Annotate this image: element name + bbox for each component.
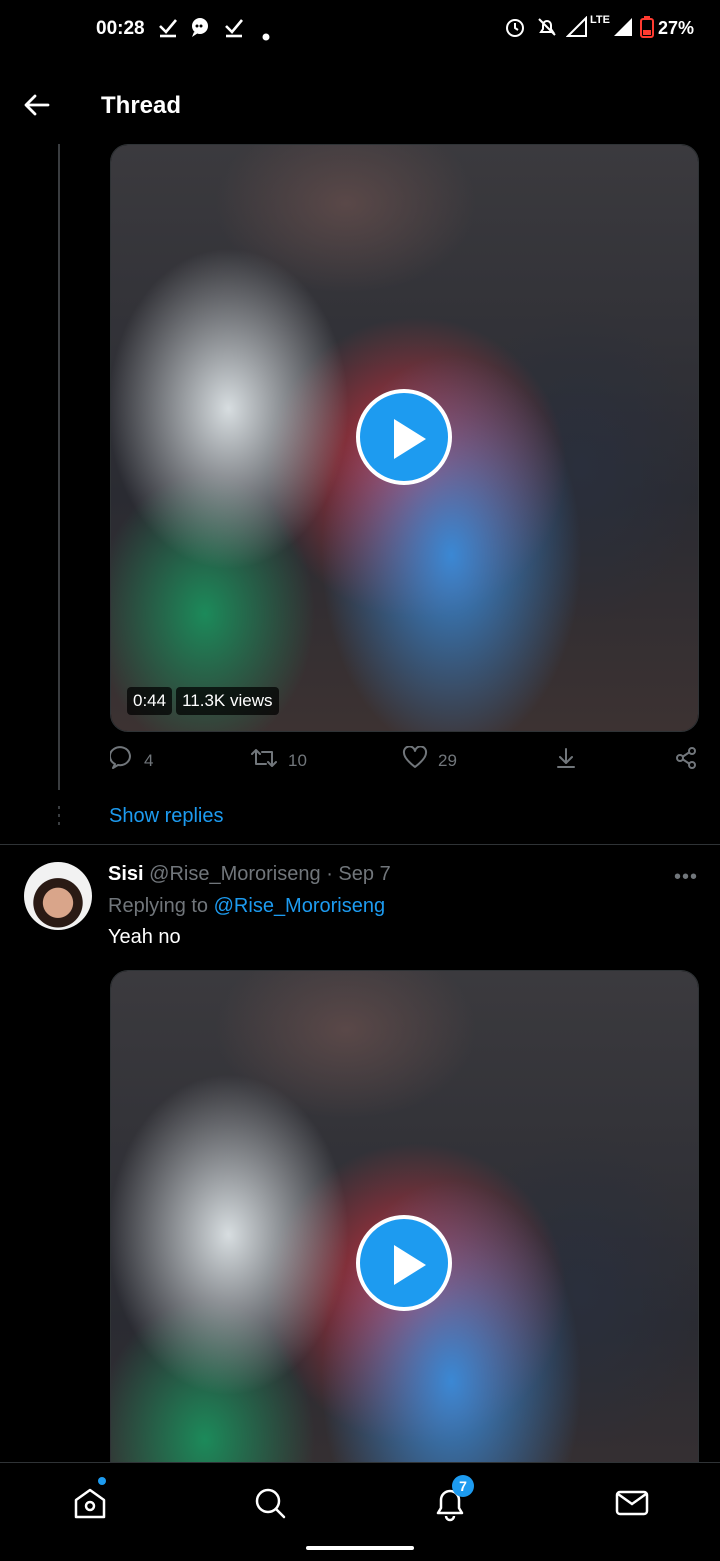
- reply-button[interactable]: 4: [108, 746, 154, 775]
- thread-line: [58, 144, 60, 790]
- replying-to: Replying to @Rise_Mororiseng: [108, 895, 385, 918]
- reply-date: Sep 7: [338, 863, 391, 885]
- nav-search[interactable]: [250, 1483, 290, 1523]
- share-down-button[interactable]: [554, 746, 578, 775]
- thread-dots: [58, 806, 60, 830]
- arrow-left-icon[interactable]: [22, 90, 52, 120]
- battery-low-icon: [640, 16, 654, 44]
- signal-icon: [565, 15, 588, 44]
- check-icon: [158, 16, 178, 44]
- status-bar: 00:28 LTE 27%: [0, 0, 720, 60]
- nav-messages[interactable]: [612, 1483, 652, 1523]
- reply-separator: ·: [326, 863, 333, 885]
- reply-count: 4: [144, 750, 154, 770]
- download-icon: [554, 746, 578, 775]
- mute-icon: [536, 16, 558, 44]
- more-options-icon[interactable]: •••: [674, 866, 698, 889]
- retweet-count: 10: [288, 750, 307, 770]
- home-new-dot: [98, 1477, 106, 1485]
- replying-prefix: Replying to: [108, 895, 209, 917]
- gesture-bar[interactable]: [306, 1546, 414, 1550]
- notifications-badge: 7: [452, 1475, 474, 1497]
- replying-handle-link[interactable]: @Rise_Mororiseng: [214, 895, 385, 917]
- page-title: Thread: [101, 92, 182, 119]
- video-duration: 0:44: [127, 687, 173, 715]
- nav-notifications[interactable]: 7: [430, 1475, 474, 1523]
- signal-icon: [612, 16, 634, 44]
- home-icon: [70, 1488, 110, 1527]
- video-views: 11.3K views: [176, 687, 279, 715]
- avatar[interactable]: [24, 862, 92, 930]
- play-icon[interactable]: [356, 389, 452, 485]
- notifications-icon: [430, 1489, 470, 1527]
- reply-icon: [108, 746, 134, 775]
- reply-author-name[interactable]: Sisi: [108, 863, 144, 885]
- reply-author-handle[interactable]: @Rise_Mororiseng: [149, 863, 320, 885]
- play-icon[interactable]: [356, 1215, 452, 1311]
- show-replies-link[interactable]: Show replies: [109, 805, 224, 828]
- like-count: 29: [438, 750, 457, 770]
- tweet-video[interactable]: 0:44 11.3K views: [110, 144, 699, 732]
- divider: [0, 844, 720, 845]
- search-icon: [250, 1488, 290, 1527]
- messages-icon: [612, 1490, 652, 1527]
- status-time: 00:28: [96, 18, 145, 39]
- share-button[interactable]: [674, 746, 698, 775]
- check-icon: [224, 16, 244, 44]
- reply-video[interactable]: [110, 970, 699, 1492]
- battery-percent: 27%: [658, 18, 695, 38]
- nav-home[interactable]: [70, 1477, 110, 1523]
- reply-header: Sisi @Rise_Mororiseng · Sep 7: [108, 863, 391, 886]
- header: Thread: [0, 60, 720, 144]
- video-overlay: 0:44 11.3K views: [127, 687, 279, 715]
- dot-icon: [262, 24, 270, 47]
- like-button[interactable]: 29: [402, 745, 457, 775]
- chat-icon: [190, 16, 212, 44]
- alarm-icon: [504, 16, 526, 44]
- reply-text: Yeah no: [108, 926, 181, 948]
- retweet-button[interactable]: 10: [250, 746, 307, 775]
- heart-icon: [402, 745, 428, 775]
- network-type: LTE: [590, 14, 610, 26]
- tweet-actions: 4 10 29: [108, 745, 700, 778]
- retweet-icon: [250, 746, 278, 775]
- share-icon: [674, 746, 698, 775]
